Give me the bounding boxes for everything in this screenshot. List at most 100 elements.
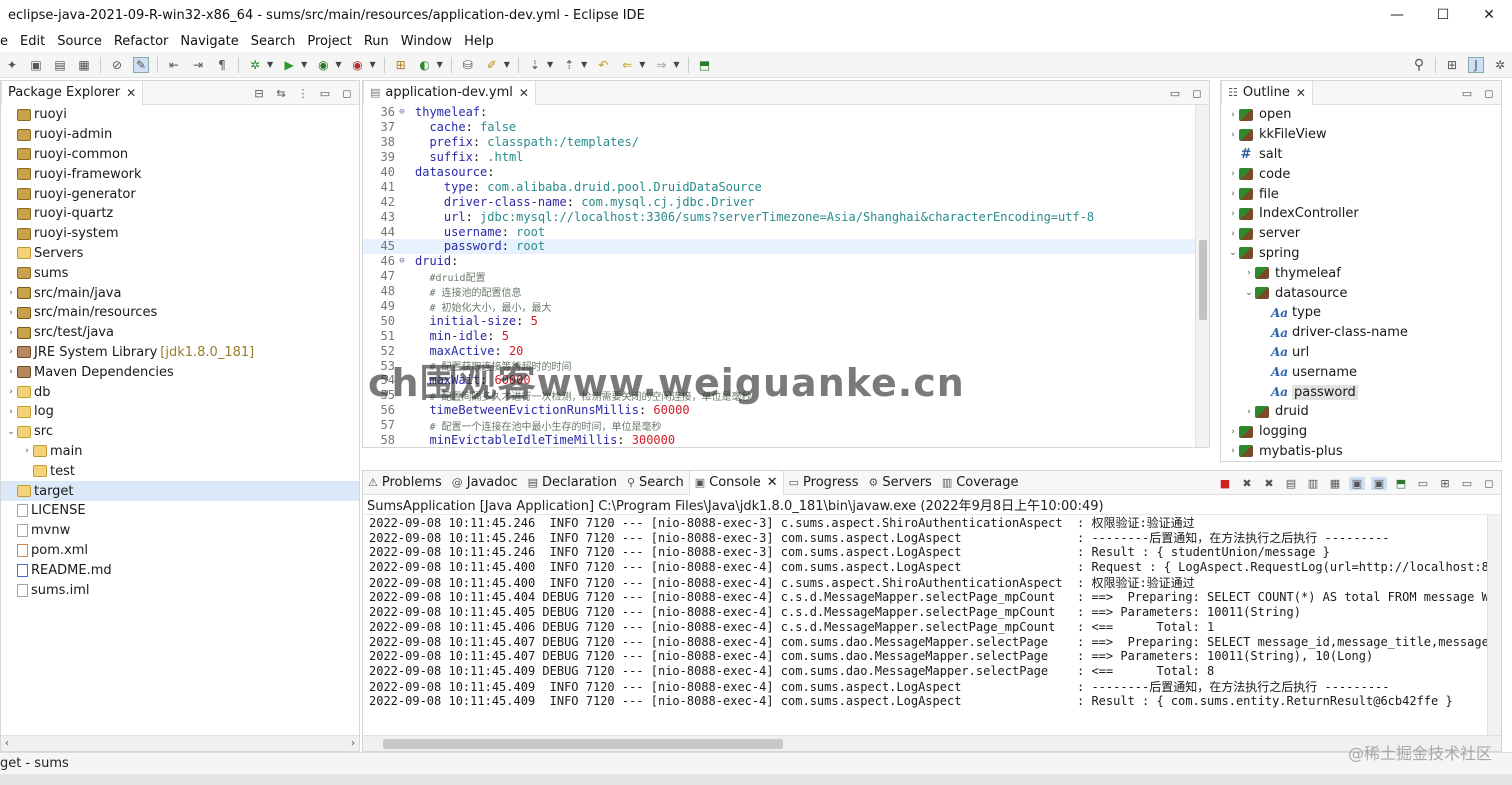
collapsed-chevron-icon[interactable]: › (1227, 446, 1239, 456)
tree-item-src-test-java[interactable]: › src/test/java (1, 323, 359, 343)
tab-console[interactable]: ▣ Console ✕ (688, 470, 784, 495)
tree-item-log[interactable]: › log (1, 402, 359, 422)
outline-item-indexcontroller[interactable]: › IndexController (1221, 204, 1501, 224)
tab-servers[interactable]: ⚙ Servers (864, 471, 937, 495)
code-line[interactable]: 45 password: root (363, 239, 1195, 254)
tree-item-jre-system-library[interactable]: › JRE System Library [jdk1.8.0_181] (1, 343, 359, 363)
tree-item-mvnw[interactable]: mvnw (1, 521, 359, 541)
code-area[interactable]: 36 ⊖ thymeleaf: 37 cache: false 38 prefix: c… (363, 105, 1195, 447)
maximize-view-icon[interactable]: ◻ (1481, 477, 1497, 490)
collapse-all-icon[interactable]: ⊟ (251, 87, 267, 100)
tree-item-ruoyi-system[interactable]: ruoyi-system (1, 224, 359, 244)
outline-item-url[interactable]: Aa url (1221, 343, 1501, 363)
code-line[interactable]: 54 maxWait: 60000 (363, 373, 1195, 388)
collapsed-chevron-icon[interactable]: › (1243, 407, 1255, 417)
link-editor-icon[interactable]: ⇆ (273, 87, 289, 100)
code-line[interactable]: 56 timeBetweenEvictionRunsMillis: 60000 (363, 403, 1195, 418)
horizontal-scrollbar[interactable]: ‹ › (1, 735, 359, 751)
code-line[interactable]: 47 #druid配置 (363, 269, 1195, 284)
tree-item-ruoyi-admin[interactable]: ruoyi-admin (1, 125, 359, 145)
prev-annotation-dropdown-icon[interactable]: ▼ (581, 60, 587, 69)
code-line[interactable]: 58 minEvictableIdleTimeMillis: 300000 (363, 433, 1195, 447)
outline-item-password[interactable]: Aa password (1221, 382, 1501, 402)
save-all-icon[interactable]: ▤ (52, 57, 68, 73)
new-icon[interactable]: ✦ (4, 57, 20, 73)
tree-item-main[interactable]: › main (1, 442, 359, 462)
tree-item-sums-iml[interactable]: sums.iml (1, 580, 359, 600)
collapsed-chevron-icon[interactable]: › (1227, 130, 1239, 140)
scrollbar-thumb[interactable] (383, 739, 783, 749)
collapsed-chevron-icon[interactable]: › (1227, 189, 1239, 199)
menu-navigate[interactable]: Navigate (174, 34, 244, 49)
forward-icon[interactable]: ⇒ (653, 57, 669, 73)
search-toolbar-icon[interactable]: ✐ (484, 57, 500, 73)
code-line[interactable]: 41 type: com.alibaba.druid.pool.DruidDat… (363, 179, 1195, 194)
tab-coverage[interactable]: ▥ Coverage (937, 471, 1024, 495)
code-line[interactable]: 40 datasource: (363, 165, 1195, 180)
outline-item-mybatis-plus[interactable]: › mybatis-plus (1221, 442, 1501, 462)
minimize-button[interactable]: — (1374, 0, 1420, 30)
outline-item-username[interactable]: Aa username (1221, 362, 1501, 382)
tree-item-ruoyi-framework[interactable]: ruoyi-framework (1, 164, 359, 184)
tree-item-db[interactable]: › db (1, 382, 359, 402)
maximize-view-icon[interactable]: ◻ (1481, 87, 1497, 100)
external-tools-icon[interactable]: ◉ (349, 57, 365, 73)
maximize-view-icon[interactable]: ◻ (339, 87, 355, 100)
show-on-stderr-icon[interactable]: ▣ (1371, 476, 1387, 490)
tree-item-maven-dependencies[interactable]: › Maven Dependencies (1, 362, 359, 382)
console-horizontal-scrollbar[interactable] (363, 735, 1501, 751)
fold-toggle-icon[interactable]: ⊖ (395, 256, 409, 266)
tree-item-ruoyi-common[interactable]: ruoyi-common (1, 145, 359, 165)
code-line[interactable]: 38 prefix: classpath:/templates/ (363, 135, 1195, 150)
last-edit-icon[interactable]: ↶ (595, 57, 611, 73)
print-icon[interactable]: ▦ (76, 57, 92, 73)
close-icon[interactable]: ✕ (126, 86, 136, 100)
debug-icon[interactable]: ✲ (247, 57, 263, 73)
collapsed-chevron-icon[interactable]: › (21, 446, 33, 456)
menu-project[interactable]: Project (301, 34, 357, 49)
tree-item-src-main-java[interactable]: › src/main/java (1, 283, 359, 303)
scroll-lock-icon[interactable]: ▥ (1305, 477, 1321, 490)
expanded-chevron-icon[interactable]: ⌄ (1243, 288, 1255, 298)
outline-item-kkfileview[interactable]: › kkFileView (1221, 125, 1501, 145)
console-output[interactable]: 2022-09-08 10:11:45.246 INFO 7120 --- [n… (363, 515, 1487, 735)
tab-javadoc[interactable]: @ Javadoc (447, 471, 523, 495)
outline-item-thymeleaf[interactable]: › thymeleaf (1221, 263, 1501, 283)
collapsed-chevron-icon[interactable]: › (5, 387, 17, 397)
tree-item-pom-xml[interactable]: pom.xml (1, 541, 359, 561)
collapsed-chevron-icon[interactable]: › (5, 288, 17, 298)
code-line[interactable]: 43 url: jdbc:mysql://localhost:3306/sums… (363, 209, 1195, 224)
collapsed-chevron-icon[interactable]: › (5, 328, 17, 338)
code-line[interactable]: 57 # 配置一个连接在池中最小生存的时间，单位是毫秒 (363, 418, 1195, 433)
menu-edit[interactable]: Edit (14, 34, 51, 49)
close-icon[interactable]: ✕ (767, 475, 778, 490)
tree-item-ruoyi-quartz[interactable]: ruoyi-quartz (1, 204, 359, 224)
java-perspective-icon[interactable]: J (1468, 56, 1484, 73)
code-line[interactable]: 44 username: root (363, 224, 1195, 239)
debug-perspective-icon[interactable]: ✲ (1492, 57, 1508, 73)
terminate-icon[interactable]: ■ (1217, 477, 1233, 490)
code-line[interactable]: 55 # 配置间隔多久才进行一次检测，检测需要关闭的空闲连接，单位是毫秒 (363, 388, 1195, 403)
prev-annotation-icon[interactable]: ⇡ (561, 57, 577, 73)
skip-breakpoints-icon[interactable]: ⊘ (109, 57, 125, 73)
code-line[interactable]: 36 ⊖ thymeleaf: (363, 105, 1195, 120)
search-dropdown-icon[interactable]: ▼ (504, 60, 510, 69)
show-on-stdout-icon[interactable]: ▣ (1349, 476, 1365, 490)
minimize-view-icon[interactable]: ▭ (317, 87, 333, 100)
outline-item-datasource[interactable]: ⌄ datasource (1221, 283, 1501, 303)
tree-item-license[interactable]: LICENSE (1, 501, 359, 521)
search-icon[interactable]: ⚲ (1411, 57, 1427, 73)
collapsed-chevron-icon[interactable]: › (5, 347, 17, 357)
tree-item-src-main-resources[interactable]: › src/main/resources (1, 303, 359, 323)
collapsed-chevron-icon[interactable]: › (1243, 268, 1255, 278)
pin-console-icon[interactable]: ⬒ (1393, 477, 1409, 490)
forward-dropdown-icon[interactable]: ▼ (673, 60, 679, 69)
new-class-dropdown-icon[interactable]: ▼ (437, 60, 443, 69)
code-line[interactable]: 42 driver-class-name: com.mysql.cj.jdbc.… (363, 194, 1195, 209)
collapsed-chevron-icon[interactable]: › (1227, 209, 1239, 219)
maximize-view-icon[interactable]: ◻ (1189, 87, 1205, 100)
close-button[interactable]: ✕ (1466, 0, 1512, 30)
tree-item-servers[interactable]: Servers (1, 244, 359, 264)
code-line[interactable]: 46 ⊖ druid: (363, 254, 1195, 269)
code-line[interactable]: 48 # 连接池的配置信息 (363, 284, 1195, 299)
